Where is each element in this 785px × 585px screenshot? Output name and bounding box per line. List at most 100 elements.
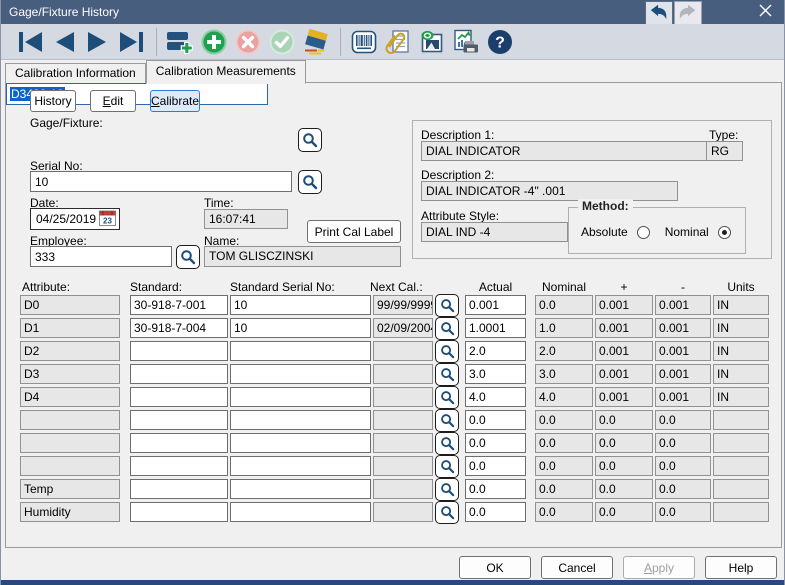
add-icon (200, 28, 228, 56)
actual-input[interactable] (465, 318, 526, 338)
accept-button[interactable] (267, 27, 297, 57)
standard-search-button[interactable] (435, 340, 459, 363)
standard-serial-input[interactable] (230, 295, 371, 315)
standard-serial-input[interactable] (230, 318, 371, 338)
standard-search-button[interactable] (435, 478, 459, 501)
date-input[interactable]: 04/25/2019 23 (30, 208, 120, 230)
actual-input[interactable] (465, 502, 526, 522)
nominal-radio[interactable] (718, 226, 731, 239)
search-icon (440, 390, 455, 405)
next-cal-cell (373, 433, 433, 453)
actual-input[interactable] (465, 479, 526, 499)
standard-input[interactable] (130, 410, 228, 430)
standard-search-button[interactable] (435, 363, 459, 386)
units-cell (713, 410, 769, 430)
minus-tolerance-cell: 0.0 (655, 433, 711, 453)
standard-serial-input[interactable] (230, 364, 371, 384)
standard-search-button[interactable] (435, 432, 459, 455)
serial-no-input[interactable] (30, 171, 292, 192)
print-report-button[interactable] (451, 27, 481, 57)
cancel-icon (234, 28, 262, 56)
standard-input[interactable] (130, 387, 228, 407)
standard-input[interactable] (130, 433, 228, 453)
attribute-cell: D1 (20, 318, 120, 338)
standard-serial-input[interactable] (230, 410, 371, 430)
employee-input[interactable] (30, 246, 172, 267)
standard-input[interactable] (130, 456, 228, 476)
actual-input[interactable] (465, 295, 526, 315)
standard-input[interactable] (130, 295, 228, 315)
search-icon (440, 436, 455, 451)
attribute-cell: Humidity (20, 502, 120, 522)
standard-serial-input[interactable] (230, 387, 371, 407)
standard-search-button[interactable] (435, 455, 459, 478)
barcode-button[interactable] (349, 27, 379, 57)
next-cal-cell (373, 410, 433, 430)
standard-search-button[interactable] (435, 501, 459, 524)
standard-input[interactable] (130, 364, 228, 384)
new-record-button[interactable] (165, 27, 195, 57)
tab-calibration-measurements[interactable]: Calibration Measurements (146, 60, 306, 84)
print-cal-label-button[interactable]: Print Cal Label (307, 220, 401, 243)
window-title: Gage/Fixture History (9, 0, 119, 24)
attribute-cell: D3 (20, 364, 120, 384)
cancel-button[interactable]: Cancel (541, 556, 613, 579)
history-button[interactable]: History (30, 90, 76, 112)
standard-input[interactable] (130, 479, 228, 499)
standard-serial-input[interactable] (230, 502, 371, 522)
actual-input[interactable] (465, 341, 526, 361)
prev-record-button[interactable] (49, 27, 79, 57)
close-button[interactable] (752, 0, 778, 24)
absolute-radio[interactable] (637, 226, 650, 239)
standard-search-button[interactable] (435, 409, 459, 432)
attribute-cell: D0 (20, 295, 120, 315)
calibration-measurements-panel: History Edit Calibrate Gage/Fixture: D34… (5, 82, 782, 548)
units-cell (713, 456, 769, 476)
standard-search-button[interactable] (435, 317, 459, 340)
table-row: D4 4.0 0.001 0.001 IN (6, 387, 783, 410)
standard-input[interactable] (130, 502, 228, 522)
help-button-toolbar[interactable]: ? (485, 27, 515, 57)
minus-tolerance-cell: 0.001 (655, 341, 711, 361)
next-record-icon (86, 31, 110, 53)
employee-search-button[interactable] (176, 245, 200, 269)
search-icon (440, 298, 455, 313)
actual-input[interactable] (465, 456, 526, 476)
last-record-button[interactable] (117, 27, 147, 57)
actual-input[interactable] (465, 364, 526, 384)
units-cell: IN (713, 341, 769, 361)
serial-search-button[interactable] (298, 170, 322, 194)
gage-search-button[interactable] (298, 128, 322, 152)
standard-search-button[interactable] (435, 294, 459, 317)
standard-input[interactable] (130, 318, 228, 338)
add-button[interactable] (199, 27, 229, 57)
calibrate-button[interactable]: Calibrate (150, 90, 200, 112)
standard-serial-input[interactable] (230, 456, 371, 476)
time-label: Time: (204, 196, 234, 210)
actual-input[interactable] (465, 433, 526, 453)
ok-button[interactable]: OK (459, 556, 531, 579)
cancel-button-toolbar[interactable] (233, 27, 263, 57)
standard-input[interactable] (130, 341, 228, 361)
undo-icon (649, 3, 669, 24)
next-record-button[interactable] (83, 27, 113, 57)
actual-input[interactable] (465, 387, 526, 407)
view-image-button[interactable] (417, 27, 447, 57)
help-button[interactable]: Help (705, 556, 777, 579)
edit-button[interactable]: Edit (90, 90, 136, 112)
standard-search-button[interactable] (435, 386, 459, 409)
attach-document-button[interactable] (383, 27, 413, 57)
apply-button[interactable]: Apply (623, 556, 695, 579)
standard-serial-input[interactable] (230, 341, 371, 361)
plus-tolerance-cell: 0.0 (595, 502, 653, 522)
actual-input[interactable] (465, 410, 526, 430)
calendar-icon[interactable]: 23 (99, 210, 116, 229)
standard-serial-input[interactable] (230, 479, 371, 499)
search-icon (440, 505, 455, 520)
redo-button[interactable] (674, 1, 702, 26)
standard-serial-input[interactable] (230, 433, 371, 453)
undo-button[interactable] (645, 1, 673, 26)
clear-button[interactable] (301, 27, 331, 57)
tab-calibration-information[interactable]: Calibration Information (5, 63, 146, 83)
first-record-button[interactable] (15, 27, 45, 57)
